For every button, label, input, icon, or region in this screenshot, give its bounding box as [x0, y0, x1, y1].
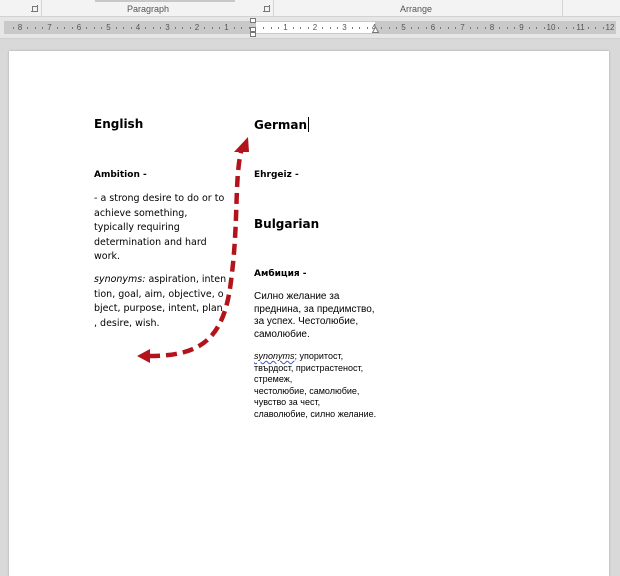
- ruler-number: 5: [106, 23, 111, 32]
- ruler-tick: [160, 27, 162, 29]
- document-page[interactable]: English Ambition - - a strong desire to …: [9, 51, 609, 576]
- ruler-tick: [440, 27, 442, 29]
- ruler-tick: [278, 27, 280, 29]
- ruler-tick: [211, 27, 213, 29]
- ruler-tick: [499, 27, 501, 29]
- ruler-tick: [27, 27, 29, 29]
- ruler-tick: [573, 27, 575, 29]
- ruler-tick: [351, 27, 353, 29]
- ruler-tick: [425, 27, 427, 29]
- ruler-number: 2: [312, 23, 318, 32]
- ribbon-tab-underline: [95, 0, 235, 2]
- ruler-tick: [307, 27, 309, 29]
- ruler-tick: [322, 27, 324, 29]
- ruler-tick: [174, 27, 176, 29]
- horizontal-ruler[interactable]: 8 7 6 5 4 3 2 1 1 2 3 4 5 6 7 8 9 10 11 12: [4, 21, 616, 34]
- ruler-tick: [270, 27, 272, 29]
- ruler-tick: [123, 27, 125, 29]
- ribbon-separator: [273, 0, 274, 17]
- ruler-tick: [189, 27, 191, 29]
- ruler-tick: [115, 27, 117, 29]
- ruler-tick: [300, 27, 302, 29]
- ruler-number: 7: [460, 23, 465, 32]
- paragraph-group-label: Paragraph: [127, 4, 170, 14]
- ruler-tick: [477, 27, 479, 29]
- ruler-tick: [93, 27, 95, 29]
- ruler-number: 8: [489, 23, 495, 32]
- dashed-curved-arrow-icon: [137, 137, 249, 363]
- ruler-number: 6: [430, 23, 436, 32]
- ruler-number: 6: [76, 23, 82, 32]
- ruler-tick: [388, 27, 390, 29]
- ruler-tick: [219, 27, 221, 29]
- ruler-tick: [359, 27, 361, 29]
- ruler-tick: [602, 27, 604, 29]
- ruler-tick: [152, 27, 154, 29]
- first-line-indent-marker[interactable]: [250, 18, 256, 23]
- ruler-tick: [536, 27, 538, 29]
- ruler-number: 9: [519, 23, 524, 32]
- ribbon-separator: [562, 0, 563, 17]
- ruler-tick: [528, 27, 530, 29]
- right-indent-marker[interactable]: [372, 26, 379, 33]
- ruler-number: 2: [194, 23, 200, 32]
- ruler-tick: [381, 27, 383, 29]
- ruler-tick: [64, 27, 66, 29]
- ruler-tick: [101, 27, 103, 29]
- ruler-tick: [396, 27, 398, 29]
- ruler-tick: [71, 27, 73, 29]
- ruler-number: 10: [546, 23, 556, 32]
- ruler-tick: [565, 27, 567, 29]
- ruler-number: 12: [605, 23, 615, 32]
- ruler-tick: [455, 27, 457, 29]
- ruler-number: 8: [17, 23, 23, 32]
- ruler-number: 4: [135, 23, 141, 32]
- ruler-tick: [241, 27, 243, 29]
- ruler-tick: [506, 27, 508, 29]
- ruler-number: 11: [576, 23, 585, 32]
- ruler-tick: [447, 27, 449, 29]
- ruler-tick: [418, 27, 420, 29]
- ruler-tick: [204, 27, 206, 29]
- paragraph-dialog-launcher-icon[interactable]: [263, 5, 270, 12]
- font-dialog-launcher-icon[interactable]: [31, 5, 38, 12]
- ruler-tick: [587, 27, 589, 29]
- left-indent-marker[interactable]: [250, 32, 256, 37]
- ruler-tick: [56, 27, 58, 29]
- ruler-tick: [182, 27, 184, 29]
- ruler-number: 3: [342, 23, 347, 32]
- ruler-tick: [558, 27, 560, 29]
- ruler-tick: [233, 27, 235, 29]
- ruler-number: 1: [224, 23, 229, 32]
- ruler-tick: [366, 27, 368, 29]
- ribbon-group-bar: Paragraph Arrange: [0, 0, 620, 17]
- ruler-strip: 8 7 6 5 4 3 2 1 1 2 3 4 5 6 7 8 9 10 11 12: [0, 17, 620, 39]
- ruler-tick: [34, 27, 36, 29]
- ruler-number: 7: [47, 23, 52, 32]
- arrange-group-label: Arrange: [400, 4, 433, 14]
- ruler-number: 1: [283, 23, 288, 32]
- ruler-number: 3: [165, 23, 170, 32]
- ruler-tick: [292, 27, 294, 29]
- ruler-tick: [410, 27, 412, 29]
- ruler-tick: [337, 27, 339, 29]
- ruler-tick: [514, 27, 516, 29]
- ruler-tick: [469, 27, 471, 29]
- ruler-tick: [86, 27, 88, 29]
- ribbon-separator: [41, 0, 42, 17]
- ruler-number: 5: [401, 23, 406, 32]
- ruler-tick: [42, 27, 44, 29]
- ruler-tick: [595, 27, 597, 29]
- ruler-tick: [145, 27, 147, 29]
- ruler-tick: [263, 27, 265, 29]
- ruler-tick: [484, 27, 486, 29]
- ruler-tick: [329, 27, 331, 29]
- ruler-tick: [543, 27, 545, 29]
- ruler-tick: [12, 27, 14, 29]
- ruler-tick: [130, 27, 132, 29]
